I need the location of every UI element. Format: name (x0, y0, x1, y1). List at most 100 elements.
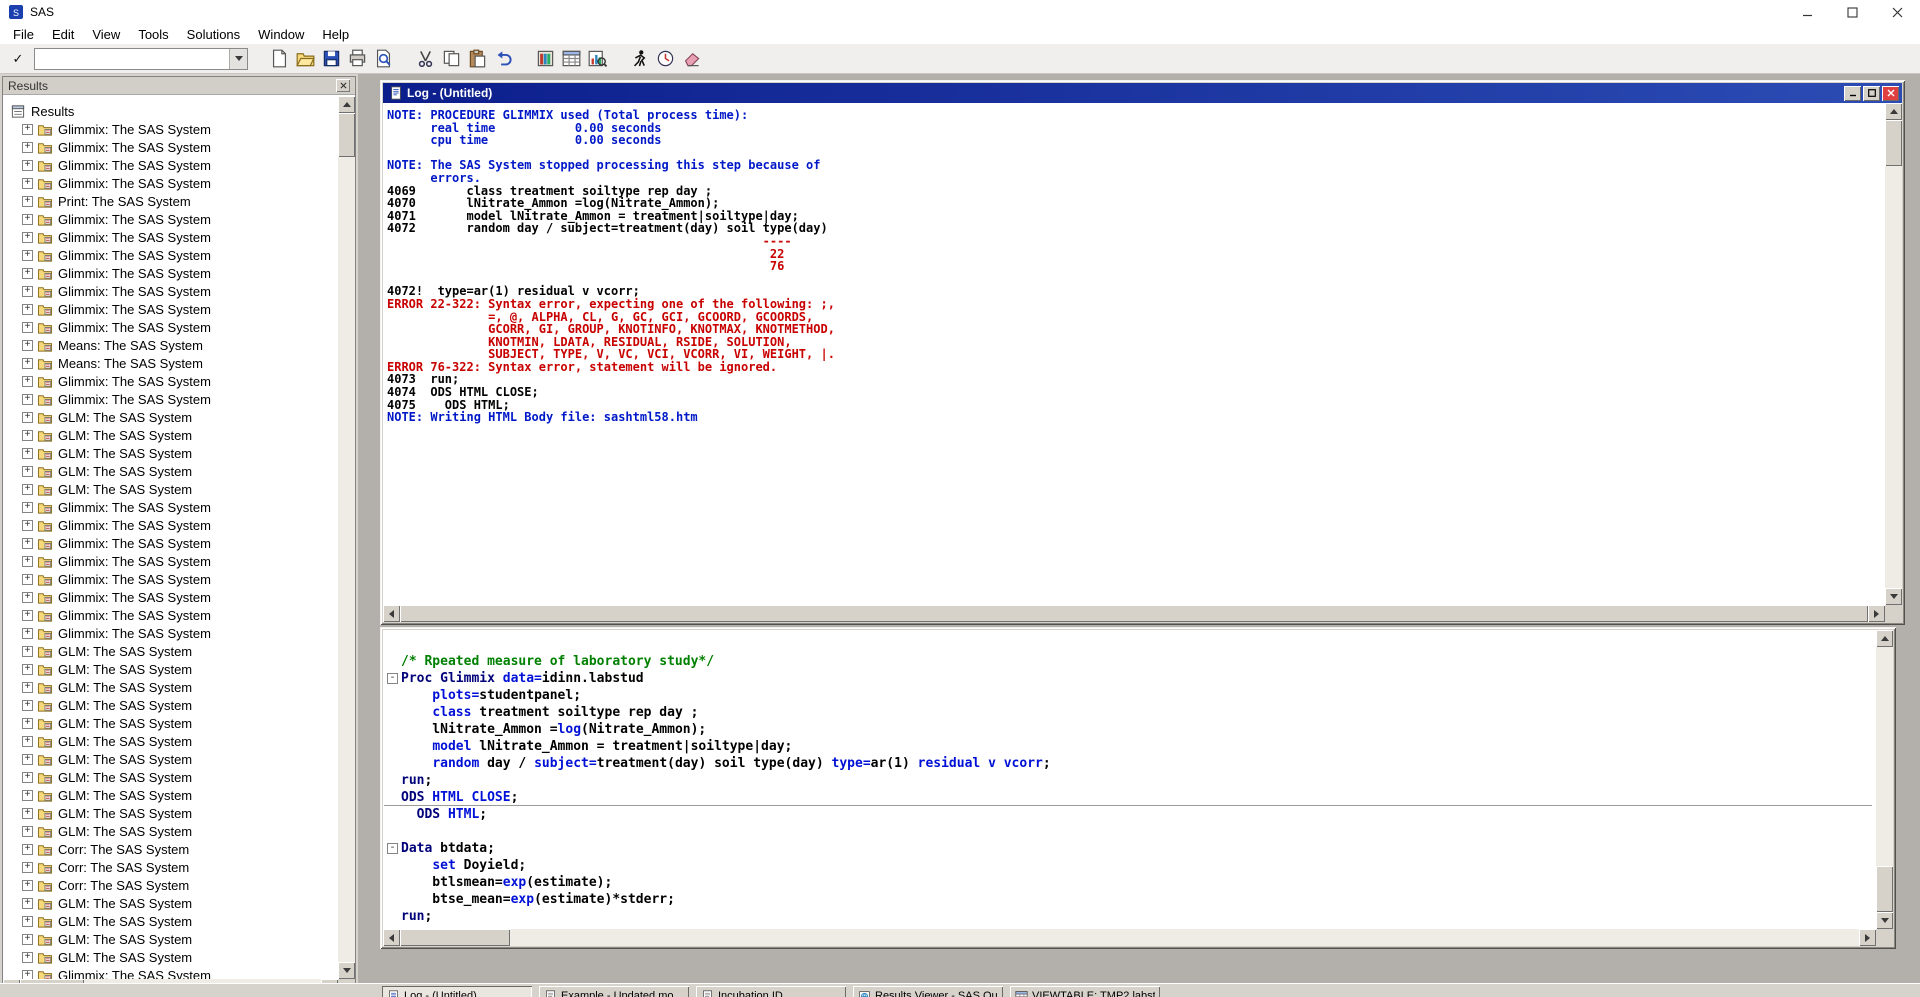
results-tree-item[interactable]: + Corr: The SAS System (4, 858, 337, 876)
expand-plus-icon[interactable]: + (22, 537, 33, 549)
expand-plus-icon[interactable]: + (22, 501, 33, 513)
scrollbar-thumb[interactable] (338, 113, 355, 157)
log-minimize-button[interactable] (1844, 85, 1861, 101)
expand-plus-icon[interactable]: + (22, 177, 33, 189)
collapse-section-icon[interactable]: - (387, 843, 398, 854)
paste-button[interactable] (464, 46, 490, 72)
results-tree-item[interactable]: + Glimmix: The SAS System (4, 588, 337, 606)
menu-view[interactable]: View (83, 25, 129, 44)
open-button[interactable] (292, 46, 318, 72)
submit-button[interactable] (626, 46, 652, 72)
expand-plus-icon[interactable]: + (22, 969, 33, 979)
command-check-icon[interactable]: ✓ (8, 49, 28, 69)
results-tree-item[interactable]: + GLM: The SAS System (4, 948, 337, 966)
scroll-up-arrow[interactable] (1885, 103, 1902, 120)
results-tree-item[interactable]: + GLM: The SAS System (4, 822, 337, 840)
window-tab[interactable]: Results Viewer - SAS Ou... (853, 986, 1003, 997)
log-horizontal-scrollbar[interactable] (383, 605, 1885, 622)
results-tree-item[interactable]: + GLM: The SAS System (4, 768, 337, 786)
undo-button[interactable] (490, 46, 516, 72)
new-library-button[interactable] (532, 46, 558, 72)
expand-plus-icon[interactable]: + (22, 789, 33, 801)
results-vertical-scrollbar[interactable] (338, 96, 355, 979)
minimize-button[interactable] (1785, 0, 1830, 24)
results-tree-item[interactable]: + Corr: The SAS System (4, 840, 337, 858)
expand-plus-icon[interactable]: + (22, 213, 33, 225)
expand-plus-icon[interactable]: + (22, 825, 33, 837)
results-tree-item[interactable]: + Glimmix: The SAS System (4, 390, 337, 408)
cut-button[interactable] (412, 46, 438, 72)
expand-plus-icon[interactable]: + (22, 717, 33, 729)
results-tree-item[interactable]: + Glimmix: The SAS System (4, 138, 337, 156)
expand-plus-icon[interactable]: + (22, 267, 33, 279)
expand-plus-icon[interactable]: + (22, 573, 33, 585)
expand-plus-icon[interactable]: + (22, 933, 33, 945)
expand-plus-icon[interactable]: + (22, 753, 33, 765)
expand-plus-icon[interactable]: + (22, 699, 33, 711)
results-tree-item[interactable]: + GLM: The SAS System (4, 786, 337, 804)
command-input[interactable] (35, 48, 229, 69)
results-tree-item[interactable]: + GLM: The SAS System (4, 480, 337, 498)
expand-plus-icon[interactable]: + (22, 897, 33, 909)
results-tree-item[interactable]: + Glimmix: The SAS System (4, 300, 337, 318)
results-tree-item[interactable]: + Glimmix: The SAS System (4, 552, 337, 570)
results-tree-item[interactable]: + Corr: The SAS System (4, 876, 337, 894)
scroll-up-arrow[interactable] (1876, 630, 1893, 647)
expand-plus-icon[interactable]: + (22, 627, 33, 639)
expand-plus-icon[interactable]: + (22, 429, 33, 441)
menu-file[interactable]: File (4, 25, 43, 44)
expand-plus-icon[interactable]: + (22, 411, 33, 423)
results-tree-item[interactable]: + Glimmix: The SAS System (4, 498, 337, 516)
expand-plus-icon[interactable]: + (22, 879, 33, 891)
expand-plus-icon[interactable]: + (22, 483, 33, 495)
results-tree-item[interactable]: + Glimmix: The SAS System (4, 210, 337, 228)
scrollbar-thumb[interactable] (1876, 866, 1893, 912)
window-tab[interactable]: Incubation ID... (696, 986, 846, 997)
results-tree-item[interactable]: + GLM: The SAS System (4, 444, 337, 462)
log-maximize-button[interactable] (1863, 85, 1880, 101)
results-tree-item[interactable]: + GLM: The SAS System (4, 408, 337, 426)
results-tree-item[interactable]: + Glimmix: The SAS System (4, 624, 337, 642)
print-button[interactable] (344, 46, 370, 72)
scroll-right-arrow[interactable] (1859, 929, 1876, 946)
scroll-left-arrow[interactable] (383, 929, 400, 946)
expand-plus-icon[interactable]: + (22, 465, 33, 477)
expand-plus-icon[interactable]: + (22, 663, 33, 675)
scrollbar-thumb[interactable] (1885, 120, 1902, 166)
collapse-section-icon[interactable]: - (387, 673, 398, 684)
results-tree-item[interactable]: + Glimmix: The SAS System (4, 246, 337, 264)
menu-window[interactable]: Window (249, 25, 313, 44)
new-document-button[interactable] (266, 46, 292, 72)
results-tree-item[interactable]: + Print: The SAS System (4, 192, 337, 210)
results-tree-item[interactable]: + GLM: The SAS System (4, 642, 337, 660)
expand-plus-icon[interactable]: + (22, 645, 33, 657)
expand-plus-icon[interactable]: + (22, 375, 33, 387)
results-tree-item[interactable]: + GLM: The SAS System (4, 750, 337, 768)
expand-plus-icon[interactable]: + (22, 303, 33, 315)
menu-help[interactable]: Help (313, 25, 358, 44)
results-tree-item[interactable]: + GLM: The SAS System (4, 462, 337, 480)
window-tab[interactable]: VIEWTABLE: TMP2 labst... (1010, 986, 1160, 997)
results-tree-item[interactable]: + Means: The SAS System (4, 354, 337, 372)
print-preview-button[interactable] (370, 46, 396, 72)
log-content[interactable]: NOTE: PROCEDURE GLIMMIX used (Total proc… (383, 103, 1902, 622)
expand-plus-icon[interactable]: + (22, 915, 33, 927)
scroll-down-arrow[interactable] (1876, 912, 1893, 929)
results-root-item[interactable]: Results (4, 102, 337, 120)
expand-plus-icon[interactable]: + (22, 519, 33, 531)
expand-plus-icon[interactable]: + (22, 951, 33, 963)
editor-vertical-scrollbar[interactable] (1876, 630, 1893, 929)
scroll-down-arrow[interactable] (338, 962, 355, 979)
editor-horizontal-scrollbar[interactable] (383, 929, 1876, 946)
copy-button[interactable] (438, 46, 464, 72)
expand-plus-icon[interactable]: + (22, 609, 33, 621)
expand-plus-icon[interactable]: + (22, 231, 33, 243)
maximize-button[interactable] (1830, 0, 1875, 24)
expand-plus-icon[interactable]: + (22, 159, 33, 171)
results-tree-item[interactable]: + Glimmix: The SAS System (4, 174, 337, 192)
results-tree-item[interactable]: + Glimmix: The SAS System (4, 264, 337, 282)
expand-plus-icon[interactable]: + (22, 123, 33, 135)
expand-plus-icon[interactable]: + (22, 357, 33, 369)
results-tree-item[interactable]: + Glimmix: The SAS System (4, 120, 337, 138)
log-window-titlebar[interactable]: Log - (Untitled) (383, 83, 1902, 103)
